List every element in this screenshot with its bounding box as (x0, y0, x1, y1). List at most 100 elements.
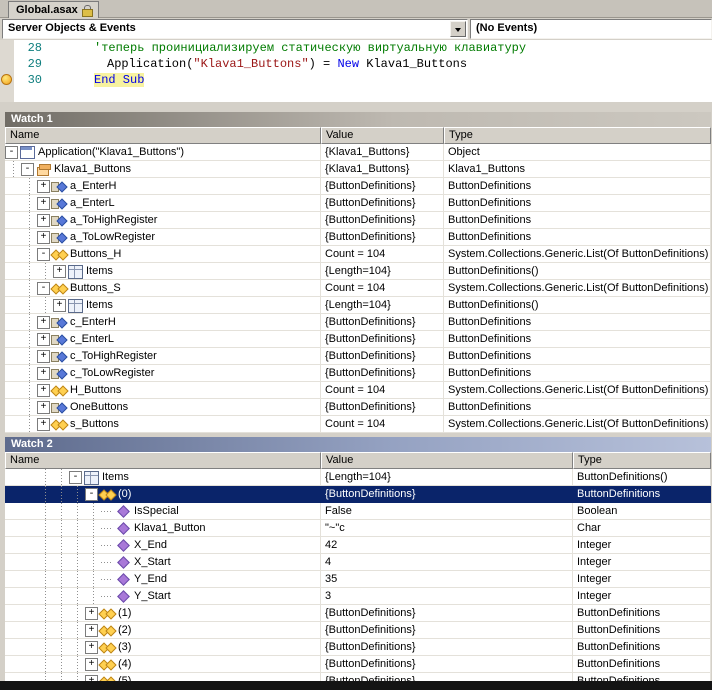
line-margin[interactable] (0, 72, 14, 88)
tree-guide-line (77, 537, 78, 553)
watch-row[interactable]: + a_EnterH {ButtonDefinitions} ButtonDefini… (5, 178, 711, 195)
expand-icon[interactable]: + (37, 231, 50, 244)
watch-row[interactable]: + (5) {ButtonDefinitions}ButtonDefinitions (5, 673, 711, 681)
chevron-down-icon[interactable] (450, 21, 466, 37)
collapse-icon[interactable]: - (85, 488, 98, 501)
watch-row[interactable]: + c_ToLowRegister {ButtonDefinitions} Butto… (5, 365, 711, 382)
private-field-icon (51, 178, 67, 194)
expand-icon[interactable]: + (37, 180, 50, 193)
watch2-panel: Watch 2 Name Value Type - Items {Length=104} B… (5, 437, 711, 681)
watch-row[interactable]: - (0) {ButtonDefinitions} ButtonDefinitions (5, 486, 711, 503)
column-header-value[interactable]: Value (321, 452, 573, 469)
expand-icon[interactable]: + (85, 658, 98, 671)
column-header-type[interactable]: Type (573, 452, 711, 469)
watch-name: a_ToLowRegister (70, 231, 155, 243)
expand-icon[interactable]: + (37, 367, 50, 380)
watch-row[interactable]: + Items {Length=104} ButtonDefinitions() (5, 263, 711, 280)
watch-row[interactable]: + c_EnterH {ButtonDefinitions} ButtonDefini… (5, 314, 711, 331)
name-cell: Y_Start (5, 588, 321, 605)
watch-row[interactable]: - Application("Klava1_Buttons") {Klava1_Bu… (5, 144, 711, 161)
watch-name: H_Buttons (70, 384, 122, 396)
watch-name: (0) (118, 488, 132, 500)
expand-icon[interactable]: + (37, 333, 50, 346)
code-editor[interactable]: 28 'теперь проинициализируем статическую … (0, 40, 712, 102)
watch-row[interactable]: + (3) {ButtonDefinitions} ButtonDefinitions (5, 639, 711, 656)
line-margin[interactable] (0, 56, 14, 72)
watch-row[interactable]: + Items {Length=104} ButtonDefinitions() (5, 297, 711, 314)
expand-icon[interactable]: + (37, 197, 50, 210)
expand-icon[interactable]: + (37, 350, 50, 363)
code-segment: Klava1_Buttons (359, 57, 468, 71)
line-margin[interactable] (0, 40, 14, 56)
expand-icon[interactable]: + (37, 316, 50, 329)
watch-row[interactable]: + OneButtons {ButtonDefinitions} ButtonDefi… (5, 399, 711, 416)
tree-indent (85, 588, 101, 604)
watch-row[interactable]: - Buttons_H Count = 104 System.Collections.… (5, 246, 711, 263)
expand-icon[interactable]: + (53, 299, 66, 312)
events-dropdown[interactable]: (No Events) (470, 19, 712, 39)
tree-connector (101, 554, 114, 570)
objects-dropdown[interactable]: Server Objects & Events (2, 19, 468, 39)
value-cell: {Klava1_Buttons} (321, 161, 444, 178)
watch1-title-bar[interactable]: Watch 1 (5, 112, 711, 127)
column-header-type[interactable]: Type (444, 127, 711, 144)
name-cell: - Items (5, 469, 321, 486)
watch-row[interactable]: + a_ToHighRegister {ButtonDefinitions} Butt… (5, 212, 711, 229)
watch-row[interactable]: IsSpecial False Boolean (5, 503, 711, 520)
watch-name: c_EnterH (70, 316, 116, 328)
watch-row[interactable]: + s_Buttons Count = 104 System.Collections.… (5, 416, 711, 433)
expand-icon[interactable]: + (37, 418, 50, 431)
tree-indent (21, 280, 37, 296)
collapse-icon[interactable]: - (37, 282, 50, 295)
watch-row[interactable]: + (4) {ButtonDefinitions} ButtonDefinitions (5, 656, 711, 673)
tree-guide-line (61, 673, 62, 681)
member-field-icon (115, 588, 131, 604)
watch-row[interactable]: Klava1_Button "~"c Char (5, 520, 711, 537)
column-header-value[interactable]: Value (321, 127, 444, 144)
value-cell: "~"c (321, 520, 573, 537)
tree-indent (5, 161, 21, 177)
collapse-icon[interactable]: - (21, 163, 34, 176)
expand-icon[interactable]: + (37, 384, 50, 397)
watch-row[interactable]: - Klava1_Buttons {Klava1_Buttons} Klava1_Bu… (5, 161, 711, 178)
tree-indent (69, 639, 85, 655)
column-header-name[interactable]: Name (5, 127, 321, 144)
code-line[interactable]: 29 Application("Klava1_Buttons") = New Kl… (0, 56, 712, 72)
code-line[interactable]: 28 'теперь проинициализируем статическую … (0, 40, 712, 56)
watch-row[interactable]: Y_Start 3 Integer (5, 588, 711, 605)
watch-row[interactable]: X_End 42 Integer (5, 537, 711, 554)
tree-indent (21, 297, 37, 313)
expand-icon[interactable]: + (85, 624, 98, 637)
collapse-icon[interactable]: - (5, 146, 18, 159)
watch-row[interactable]: X_Start 4 Integer (5, 554, 711, 571)
watch2-title-bar[interactable]: Watch 2 (5, 437, 711, 452)
watch-row[interactable]: + c_EnterL {ButtonDefinitions} ButtonDefini… (5, 331, 711, 348)
watch-row[interactable]: - Buttons_S Count = 104 System.Collections.… (5, 280, 711, 297)
expand-icon[interactable]: + (85, 607, 98, 620)
tree-guide-line (13, 161, 14, 177)
tree-guide-line (61, 537, 62, 553)
code-line[interactable]: 30 End Sub (0, 72, 712, 88)
watch-row[interactable]: + a_ToLowRegister {ButtonDefinitions} Butto… (5, 229, 711, 246)
watch-row[interactable]: Y_End 35 Integer (5, 571, 711, 588)
watch-row[interactable]: - Items {Length=104} ButtonDefinitions() (5, 469, 711, 486)
watch-row[interactable]: + (1) {ButtonDefinitions} ButtonDefinitions (5, 605, 711, 622)
expand-icon[interactable]: + (37, 214, 50, 227)
expand-icon[interactable]: + (85, 641, 98, 654)
collapse-icon[interactable]: - (69, 471, 82, 484)
editor-watch-splitter[interactable] (0, 102, 712, 112)
watch-row[interactable]: + (2) {ButtonDefinitions} ButtonDefinitions (5, 622, 711, 639)
expand-icon[interactable]: + (37, 401, 50, 414)
watch-row[interactable]: + c_ToHighRegister {ButtonDefinitions} Butt… (5, 348, 711, 365)
column-header-name[interactable]: Name (5, 452, 321, 469)
watch-row[interactable]: + H_Buttons Count = 104 System.Collections.… (5, 382, 711, 399)
expand-icon[interactable]: + (85, 675, 98, 681)
collapse-icon[interactable]: - (37, 248, 50, 261)
watch-row[interactable]: + a_EnterL {ButtonDefinitions} ButtonDefini… (5, 195, 711, 212)
tab-global-asax[interactable]: Global.asax (8, 1, 99, 18)
expand-icon[interactable]: + (53, 265, 66, 278)
name-cell: + c_EnterL (5, 331, 321, 348)
